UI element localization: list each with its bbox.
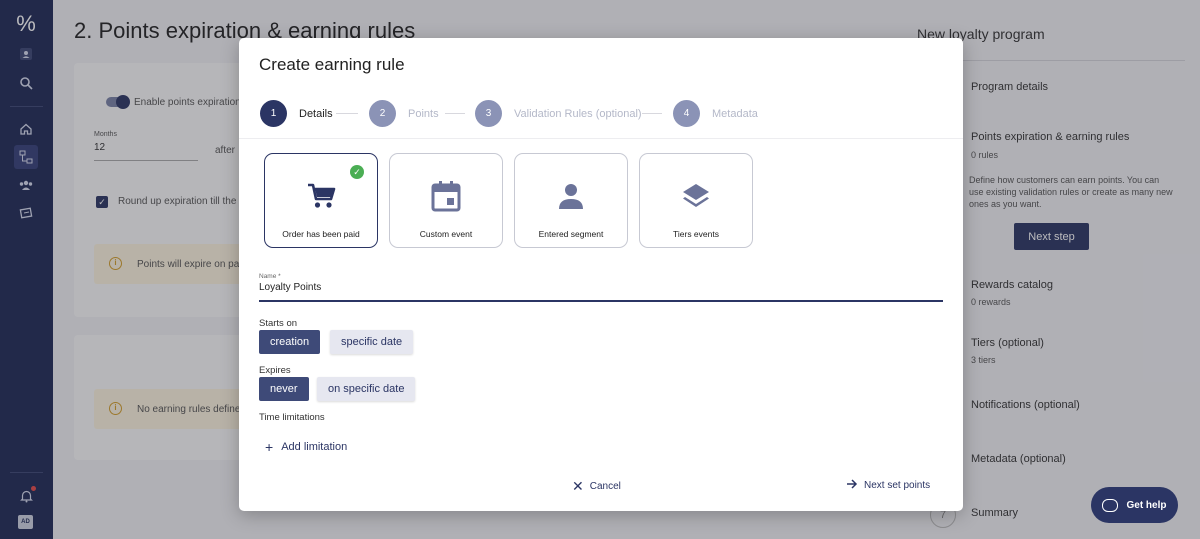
card-label: Order has been paid — [282, 229, 360, 239]
step-label: Points — [408, 107, 439, 120]
starts-on-specific-date-button[interactable]: specific date — [330, 330, 414, 354]
get-help-button[interactable]: Get help — [1091, 487, 1178, 523]
name-underline — [259, 300, 943, 302]
cancel-label: Cancel — [589, 481, 621, 492]
step-connector — [445, 113, 465, 114]
next-set-points-label: Next set points — [864, 480, 931, 491]
step-number: 4 — [673, 100, 700, 127]
check-icon: ✓ — [350, 165, 364, 179]
modal-title: Create earning rule — [259, 55, 405, 74]
time-limitations-label: Time limitations — [259, 412, 325, 423]
step-validation-rules[interactable]: 3 Validation Rules (optional) — [475, 100, 642, 127]
expires-label: Expires — [259, 365, 291, 376]
step-metadata[interactable]: 4 Metadata — [673, 100, 758, 127]
starts-on-creation-button[interactable]: creation — [259, 330, 321, 354]
step-label: Details — [299, 107, 333, 120]
plus-icon: + — [265, 439, 274, 455]
create-earning-rule-modal: Create earning rule 1 Details 2 Points 3… — [239, 38, 963, 511]
close-icon: ✕ — [572, 478, 584, 494]
step-details[interactable]: 1 Details — [260, 100, 333, 127]
step-label: Validation Rules (optional) — [514, 107, 642, 120]
cart-icon — [265, 179, 377, 213]
card-custom-event[interactable]: Custom event — [389, 153, 503, 248]
step-number: 1 — [260, 100, 287, 127]
header-divider — [239, 138, 963, 139]
step-label: Metadata — [712, 107, 758, 120]
step-number: 2 — [369, 100, 396, 127]
person-icon — [515, 179, 627, 213]
step-points[interactable]: 2 Points — [369, 100, 439, 127]
next-set-points-button[interactable]: Next set points — [846, 478, 930, 493]
get-help-label: Get help — [1126, 499, 1167, 511]
starts-on-label: Starts on — [259, 318, 298, 329]
expires-specific-date-button[interactable]: on specific date — [317, 377, 416, 401]
layers-icon — [640, 179, 752, 213]
card-label: Custom event — [419, 229, 473, 239]
card-entered-segment[interactable]: Entered segment — [514, 153, 628, 248]
arrow-right-icon — [846, 478, 858, 493]
card-label: Entered segment — [538, 229, 604, 239]
step-number: 3 — [475, 100, 502, 127]
card-tiers-events[interactable]: Tiers events — [639, 153, 753, 248]
chat-icon — [1102, 498, 1119, 512]
cancel-button[interactable]: ✕ Cancel — [572, 478, 621, 495]
card-label: Tiers events — [673, 229, 719, 239]
step-connector — [642, 113, 662, 114]
add-limitation-label: Add limitation — [281, 441, 348, 453]
name-input[interactable]: Loyalty Points — [259, 282, 321, 293]
add-limitation-button[interactable]: + Add limitation — [265, 439, 347, 455]
card-order-paid[interactable]: ✓ Order has been paid — [264, 153, 378, 248]
calendar-icon — [390, 179, 502, 213]
name-label: Name * — [259, 273, 281, 280]
expires-never-button[interactable]: never — [259, 377, 309, 401]
step-connector — [336, 113, 358, 114]
